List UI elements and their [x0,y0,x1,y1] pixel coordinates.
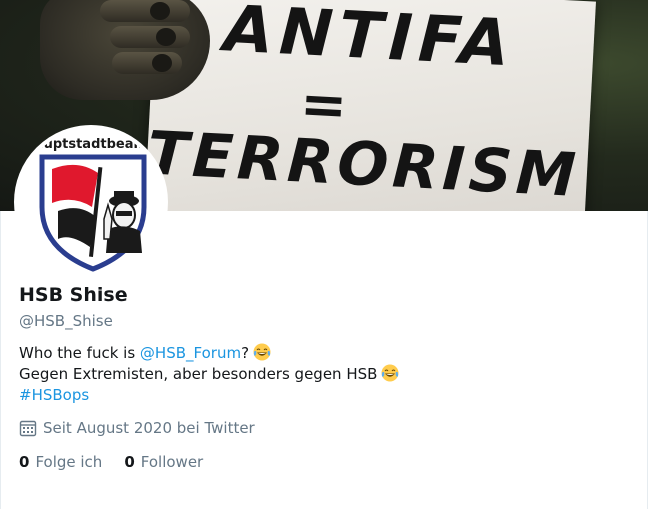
calendar-icon [19,420,37,437]
bio-line-1: Who the fuck is @HSB_Forum? [19,343,399,364]
followers-label: Follower [140,453,204,471]
face-with-tears-of-joy-icon [253,343,271,361]
following-count: 0 [19,453,30,471]
followers-stat[interactable]: 0 Follower [124,453,203,471]
mention-link[interactable]: @HSB_Forum [140,344,241,362]
sign-line-1: ANTIFA [222,0,518,82]
bio-line-1-suffix: ? [241,344,250,362]
protest-sign: ANTIFA = TERRORISM [144,0,596,211]
followers-count: 0 [124,453,135,471]
profile-stats: 0 Folge ich 0 Follower [19,453,203,471]
profile-handle: @HSB_Shise [19,312,113,330]
profile-bio: Who the fuck is @HSB_Forum? Gegen Extrem… [19,343,399,406]
sign-line-3: TERRORISM [145,118,582,211]
bio-line-2: Gegen Extremisten, aber besonders gegen … [19,364,399,385]
following-stat[interactable]: 0 Folge ich [19,453,102,471]
hashtag-link[interactable]: #HSBops [19,386,89,404]
bio-line-3: #HSBops [19,385,399,406]
hauptstadtbeamte-logo-icon: Hauptstadtbeamte [24,133,162,272]
avatar[interactable]: Hauptstadtbeamte [14,125,168,279]
gloved-hand [40,0,210,100]
bio-line-1-prefix: Who the fuck is [19,344,140,362]
profile-name: HSB Shise [19,284,128,306]
join-date-text: Seit August 2020 bei Twitter [43,419,255,437]
join-date: Seit August 2020 bei Twitter [19,419,255,437]
following-label: Folge ich [35,453,103,471]
bio-line-2-text: Gegen Extremisten, aber besonders gegen … [19,365,378,383]
face-with-tears-of-joy-icon [381,364,399,382]
avatar-image: Hauptstadtbeamte [18,129,164,275]
